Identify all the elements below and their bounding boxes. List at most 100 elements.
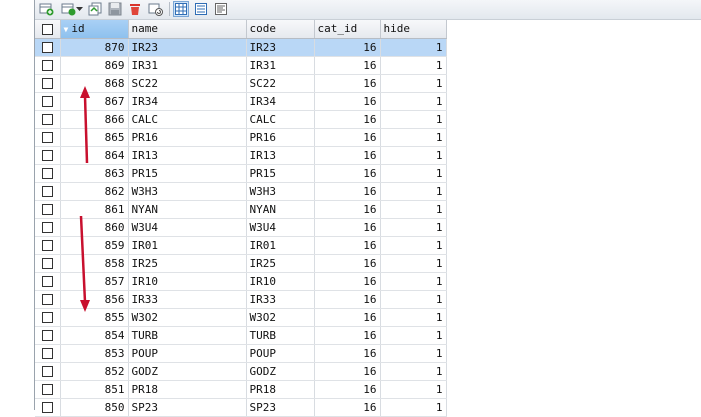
cell-cat-id[interactable]: 16 [314, 38, 381, 57]
cell-cat-id[interactable]: 16 [314, 290, 381, 309]
cell-code[interactable]: POUP [246, 344, 315, 363]
cell-hide[interactable]: 1 [380, 308, 447, 327]
cell-hide[interactable]: 1 [380, 236, 447, 255]
cell-hide[interactable]: 1 [380, 272, 447, 291]
table-row[interactable]: 866 CALC CALC 16 1 [35, 110, 447, 129]
table-row[interactable]: 850 SP23 SP23 16 1 [35, 398, 447, 417]
cell-cat-id[interactable]: 16 [314, 164, 381, 183]
cell-name[interactable]: CALC [128, 110, 247, 129]
cell-hide[interactable]: 1 [380, 128, 447, 147]
cell-cat-id[interactable]: 16 [314, 74, 381, 93]
table-row[interactable]: 861 NYAN NYAN 16 1 [35, 200, 447, 219]
cell-name[interactable]: W3H3 [128, 182, 247, 201]
table-row[interactable]: 860 W3U4 W3U4 16 1 [35, 218, 447, 237]
cell-hide[interactable]: 1 [380, 326, 447, 345]
row-checkbox[interactable] [35, 326, 61, 345]
row-checkbox[interactable] [35, 182, 61, 201]
cell-cat-id[interactable]: 16 [314, 344, 381, 363]
cell-code[interactable]: SC22 [246, 74, 315, 93]
row-checkbox[interactable] [35, 254, 61, 273]
cell-code[interactable]: TURB [246, 326, 315, 345]
cell-code[interactable]: PR16 [246, 128, 315, 147]
cell-code[interactable]: SP23 [246, 398, 315, 417]
cell-name[interactable]: IR31 [128, 56, 247, 75]
cell-name[interactable]: W3U4 [128, 218, 247, 237]
cell-cat-id[interactable]: 16 [314, 92, 381, 111]
table-row[interactable]: 868 SC22 SC22 16 1 [35, 74, 447, 93]
dropdown-arrow-icon[interactable] [75, 1, 84, 17]
cell-cat-id[interactable]: 16 [314, 200, 381, 219]
table-row[interactable]: 858 IR25 IR25 16 1 [35, 254, 447, 273]
row-checkbox[interactable] [35, 146, 61, 165]
add-row-icon[interactable] [38, 1, 54, 17]
cell-code[interactable]: IR31 [246, 56, 315, 75]
grid-view-icon[interactable] [173, 1, 189, 17]
cell-name[interactable]: PR16 [128, 128, 247, 147]
row-checkbox[interactable] [35, 308, 61, 327]
cell-id[interactable]: 851 [60, 380, 129, 399]
cell-code[interactable]: GODZ [246, 362, 315, 381]
column-header-name[interactable]: name [128, 20, 247, 39]
cell-id[interactable]: 865 [60, 128, 129, 147]
duplicate-row-icon[interactable] [87, 1, 103, 17]
select-all-checkbox[interactable] [35, 20, 61, 39]
row-checkbox[interactable] [35, 380, 61, 399]
table-row[interactable]: 870 IR23 IR23 16 1 [35, 38, 447, 57]
table-row[interactable]: 863 PR15 PR15 16 1 [35, 164, 447, 183]
cell-code[interactable]: W3O2 [246, 308, 315, 327]
cell-code[interactable]: IR25 [246, 254, 315, 273]
row-checkbox[interactable] [35, 200, 61, 219]
cell-cat-id[interactable]: 16 [314, 110, 381, 129]
table-row[interactable]: 852 GODZ GODZ 16 1 [35, 362, 447, 381]
cell-code[interactable]: IR10 [246, 272, 315, 291]
cell-id[interactable]: 866 [60, 110, 129, 129]
row-checkbox[interactable] [35, 110, 61, 129]
table-row[interactable]: 853 POUP POUP 16 1 [35, 344, 447, 363]
cell-cat-id[interactable]: 16 [314, 272, 381, 291]
cell-id[interactable]: 860 [60, 218, 129, 237]
cell-cat-id[interactable]: 16 [314, 326, 381, 345]
cell-name[interactable]: NYAN [128, 200, 247, 219]
cell-code[interactable]: IR33 [246, 290, 315, 309]
cell-hide[interactable]: 1 [380, 146, 447, 165]
refresh-icon[interactable] [147, 1, 163, 17]
table-row[interactable]: 867 IR34 IR34 16 1 [35, 92, 447, 111]
table-row[interactable]: 859 IR01 IR01 16 1 [35, 236, 447, 255]
cell-cat-id[interactable]: 16 [314, 56, 381, 75]
cell-id[interactable]: 854 [60, 326, 129, 345]
cell-name[interactable]: W3O2 [128, 308, 247, 327]
cell-id[interactable]: 869 [60, 56, 129, 75]
cell-hide[interactable]: 1 [380, 254, 447, 273]
cell-hide[interactable]: 1 [380, 56, 447, 75]
table-row[interactable]: 857 IR10 IR10 16 1 [35, 272, 447, 291]
cell-hide[interactable]: 1 [380, 290, 447, 309]
cell-id[interactable]: 855 [60, 308, 129, 327]
cell-hide[interactable]: 1 [380, 380, 447, 399]
form-view-icon[interactable] [193, 1, 209, 17]
column-header-hide[interactable]: hide [380, 20, 447, 39]
cell-code[interactable]: W3U4 [246, 218, 315, 237]
cell-id[interactable]: 852 [60, 362, 129, 381]
row-checkbox[interactable] [35, 344, 61, 363]
cell-hide[interactable]: 1 [380, 38, 447, 57]
table-row[interactable]: 856 IR33 IR33 16 1 [35, 290, 447, 309]
cell-id[interactable]: 864 [60, 146, 129, 165]
cell-code[interactable]: PR18 [246, 380, 315, 399]
text-view-icon[interactable] [213, 1, 229, 17]
cell-id[interactable]: 853 [60, 344, 129, 363]
row-checkbox[interactable] [35, 74, 61, 93]
table-row[interactable]: 854 TURB TURB 16 1 [35, 326, 447, 345]
table-row[interactable]: 865 PR16 PR16 16 1 [35, 128, 447, 147]
cell-name[interactable]: PR18 [128, 380, 247, 399]
cell-cat-id[interactable]: 16 [314, 128, 381, 147]
cell-id[interactable]: 850 [60, 398, 129, 417]
cell-hide[interactable]: 1 [380, 92, 447, 111]
cell-cat-id[interactable]: 16 [314, 236, 381, 255]
table-menu-icon[interactable] [60, 1, 76, 17]
cell-code[interactable]: CALC [246, 110, 315, 129]
row-checkbox[interactable] [35, 56, 61, 75]
cell-name[interactable]: SC22 [128, 74, 247, 93]
cell-cat-id[interactable]: 16 [314, 146, 381, 165]
column-header-code[interactable]: code [246, 20, 315, 39]
cell-hide[interactable]: 1 [380, 110, 447, 129]
